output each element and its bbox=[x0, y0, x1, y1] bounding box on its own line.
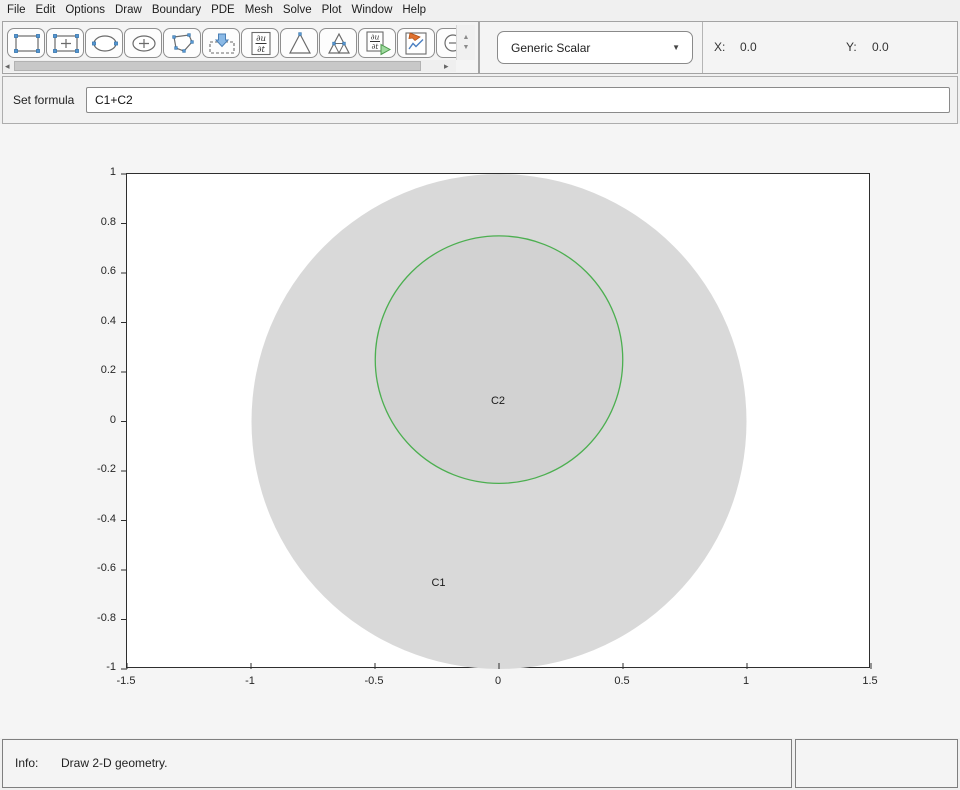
tool-strip: ∂u ∂t ∂u bbox=[7, 28, 457, 59]
y-tick-label: 0.8 bbox=[56, 216, 116, 228]
menu-item-options[interactable]: Options bbox=[60, 4, 110, 16]
boundary-mode-icon bbox=[203, 29, 241, 59]
y-tick-label: 0.2 bbox=[56, 364, 116, 376]
set-formula-panel: Set formula bbox=[2, 76, 958, 124]
tool-zoom-button[interactable] bbox=[436, 28, 457, 58]
x-coordinate-value: 0.0 bbox=[740, 22, 757, 73]
axes-canvas[interactable] bbox=[127, 174, 871, 669]
menu-item-pde[interactable]: PDE bbox=[206, 4, 240, 16]
x-tick-label: 1.5 bbox=[862, 675, 877, 687]
y-tick-label: -0.8 bbox=[56, 612, 116, 624]
y-tick-label: -0.2 bbox=[56, 463, 116, 475]
tool-initialize-mesh-button[interactable] bbox=[280, 28, 318, 58]
scroll-left-arrow[interactable]: ◂ bbox=[5, 60, 10, 72]
spinner-down-button[interactable]: ▼ bbox=[463, 44, 470, 51]
polygon-icon bbox=[164, 29, 202, 59]
svg-text:∂t: ∂t bbox=[257, 45, 265, 55]
menu-item-help[interactable]: Help bbox=[397, 4, 431, 16]
plot-axes[interactable] bbox=[126, 173, 870, 668]
plot-solution-icon bbox=[398, 29, 436, 59]
status-bar: Info: Draw 2-D geometry. bbox=[0, 738, 960, 790]
y-tick-label: -1 bbox=[56, 661, 116, 673]
set-formula-label: Set formula bbox=[13, 77, 74, 123]
shape-label-C1: C1 bbox=[431, 577, 445, 589]
spinner-up-button[interactable]: ▲ bbox=[463, 34, 470, 41]
toolbar-scrollbar[interactable]: ◂ ▸ bbox=[3, 60, 456, 72]
tool-draw-rectangle-centered-button[interactable] bbox=[46, 28, 84, 58]
info-message-box: Info: Draw 2-D geometry. bbox=[2, 739, 792, 788]
mode-coordinate-panel: Generic Scalar ▼ X: 0.0 Y: 0.0 bbox=[479, 21, 958, 74]
rectangle-icon bbox=[8, 29, 46, 59]
x-tick-label: 0 bbox=[495, 675, 501, 687]
y-tick-label: 0 bbox=[56, 414, 116, 426]
ellipse-centered-icon bbox=[125, 29, 163, 59]
menu-item-plot[interactable]: Plot bbox=[317, 4, 347, 16]
toolbar-spinner: ▲ ▼ bbox=[456, 25, 475, 60]
status-side-box bbox=[795, 739, 958, 788]
x-coordinate-label: X: bbox=[714, 22, 725, 73]
menu-item-solve[interactable]: Solve bbox=[278, 4, 317, 16]
scroll-right-arrow[interactable]: ▸ bbox=[444, 60, 449, 72]
menu-item-file[interactable]: File bbox=[2, 4, 31, 16]
initialize-mesh-icon bbox=[281, 29, 319, 59]
chevron-down-icon: ▼ bbox=[672, 43, 692, 52]
y-tick-label: -0.4 bbox=[56, 513, 116, 525]
tool-pde-specification-button[interactable]: ∂u ∂t bbox=[241, 28, 279, 58]
y-tick-label: -0.6 bbox=[56, 562, 116, 574]
tool-draw-ellipse-button[interactable] bbox=[85, 28, 123, 58]
svg-text:∂u: ∂u bbox=[256, 34, 266, 44]
drawing-toolbar-panel: ∂u ∂t ∂u bbox=[2, 21, 479, 74]
x-tick-label: 0.5 bbox=[614, 675, 629, 687]
y-coordinate-label: Y: bbox=[846, 22, 857, 73]
pde-specification-icon: ∂u ∂t bbox=[242, 29, 280, 59]
tool-refine-mesh-button[interactable] bbox=[319, 28, 357, 58]
tool-draw-polygon-button[interactable] bbox=[163, 28, 201, 58]
ellipse-icon bbox=[86, 29, 124, 59]
application-mode-dropdown[interactable]: Generic Scalar ▼ bbox=[497, 31, 693, 64]
shape-C2[interactable] bbox=[375, 236, 623, 484]
application-mode-value: Generic Scalar bbox=[498, 41, 672, 55]
set-formula-input[interactable] bbox=[86, 87, 950, 113]
tool-solve-pde-button[interactable]: ∂u ∂t bbox=[358, 28, 396, 58]
menu-item-window[interactable]: Window bbox=[346, 4, 397, 16]
tool-boundary-mode-button[interactable] bbox=[202, 28, 240, 58]
menu-item-mesh[interactable]: Mesh bbox=[240, 4, 278, 16]
tool-plot-solution-button[interactable] bbox=[397, 28, 435, 58]
zoom-icon bbox=[437, 29, 457, 59]
y-coordinate-value: 0.0 bbox=[872, 22, 889, 73]
figure-area: » C1C2-1.5-1-0.500.511.510.80.60.40.20-0… bbox=[0, 124, 960, 738]
svg-text:∂t: ∂t bbox=[372, 42, 380, 51]
info-message-text: Draw 2-D geometry. bbox=[61, 740, 167, 787]
x-tick-label: -0.5 bbox=[365, 675, 384, 687]
menu-item-edit[interactable]: Edit bbox=[31, 4, 61, 16]
menu-bar: File Edit Options Draw Boundary PDE Mesh… bbox=[0, 0, 960, 20]
menu-item-draw[interactable]: Draw bbox=[110, 4, 147, 16]
x-tick-label: 1 bbox=[743, 675, 749, 687]
shape-label-C2: C2 bbox=[491, 395, 505, 407]
menu-item-boundary[interactable]: Boundary bbox=[147, 4, 206, 16]
y-tick-label: 0.6 bbox=[56, 265, 116, 277]
y-tick-label: 0.4 bbox=[56, 315, 116, 327]
x-tick-label: -1 bbox=[245, 675, 255, 687]
solve-pde-icon: ∂u ∂t bbox=[359, 29, 397, 59]
x-tick-label: -1.5 bbox=[117, 675, 136, 687]
refine-mesh-icon bbox=[320, 29, 358, 59]
svg-text:∂u: ∂u bbox=[371, 33, 380, 42]
y-tick-label: 1 bbox=[56, 166, 116, 178]
scrollbar-thumb[interactable] bbox=[14, 61, 421, 71]
panel-divider bbox=[702, 22, 703, 73]
tool-draw-ellipse-centered-button[interactable] bbox=[124, 28, 162, 58]
rectangle-centered-icon bbox=[47, 29, 85, 59]
tool-draw-rectangle-button[interactable] bbox=[7, 28, 45, 58]
info-label: Info: bbox=[15, 740, 38, 787]
